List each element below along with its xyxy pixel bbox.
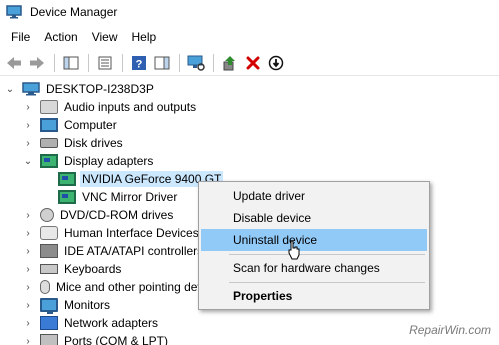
tree-item-label: DVD/CD-ROM drives xyxy=(60,208,174,222)
tree-item-label: IDE ATA/ATAPI controllers xyxy=(64,244,204,258)
tree-item-label: Display adapters xyxy=(64,154,154,168)
ctx-separator xyxy=(229,254,425,255)
toolbar-separator xyxy=(179,53,180,72)
disable-icon[interactable] xyxy=(265,52,287,74)
chevron-right-icon[interactable]: › xyxy=(22,227,34,239)
display-adapter-icon xyxy=(58,172,76,186)
menu-action[interactable]: Action xyxy=(37,27,84,47)
mouse-icon xyxy=(40,280,50,294)
tree-item-hid[interactable]: › Human Interface Devices xyxy=(22,224,201,242)
keyboard-icon xyxy=(40,264,58,274)
ctx-separator xyxy=(229,282,425,283)
chevron-right-icon[interactable]: › xyxy=(22,245,34,257)
speaker-icon xyxy=(40,100,58,114)
tree-item-ports[interactable]: › Ports (COM & LPT) xyxy=(22,332,170,345)
title-bar: Device Manager xyxy=(0,0,499,24)
tree-item-label: Computer xyxy=(64,118,117,132)
port-icon xyxy=(40,334,58,345)
context-menu: Update driver Disable device Uninstall d… xyxy=(198,181,430,310)
tree-item-dvd[interactable]: › DVD/CD-ROM drives xyxy=(22,206,175,224)
tree-item-label: VNC Mirror Driver xyxy=(82,190,178,204)
window-title: Device Manager xyxy=(30,5,118,19)
dvd-drive-icon xyxy=(40,208,54,222)
menu-bar: File Action View Help xyxy=(0,27,163,47)
menu-file[interactable]: File xyxy=(4,27,37,47)
svg-text:?: ? xyxy=(136,58,143,70)
tree-root[interactable]: ⌄ DESKTOP-I238D3P xyxy=(4,80,156,98)
properties-icon[interactable] xyxy=(94,52,116,74)
toolbar-separator xyxy=(122,53,123,72)
tree-item-mice[interactable]: › Mice and other pointing devices xyxy=(22,278,227,296)
help-icon[interactable]: ? xyxy=(128,52,150,74)
network-adapter-icon xyxy=(40,316,58,330)
tree-item-nvidia[interactable]: NVIDIA GeForce 9400 GT xyxy=(40,170,224,188)
action-pane-icon[interactable] xyxy=(151,52,173,74)
chevron-right-icon[interactable]: › xyxy=(22,209,34,221)
chevron-right-icon[interactable]: › xyxy=(22,137,34,149)
hand-pointer-cursor-icon xyxy=(287,240,301,260)
ide-controller-icon xyxy=(40,244,58,258)
tree-item-monitors[interactable]: › Monitors xyxy=(22,296,112,314)
chevron-right-icon[interactable]: › xyxy=(22,263,34,275)
watermark: RepairWin.com xyxy=(409,323,491,337)
tree-item-ide[interactable]: › IDE ATA/ATAPI controllers xyxy=(22,242,205,260)
chevron-right-icon[interactable]: › xyxy=(22,317,34,329)
ctx-disable-device[interactable]: Disable device xyxy=(201,207,427,229)
scan-hardware-icon[interactable] xyxy=(185,52,207,74)
device-manager-app-icon xyxy=(6,5,22,19)
toolbar: ? xyxy=(0,50,499,76)
tree-item-label: Audio inputs and outputs xyxy=(64,100,197,114)
chevron-down-icon[interactable]: ⌄ xyxy=(4,83,16,95)
toolbar-separator xyxy=(213,53,214,72)
console-tree-icon[interactable] xyxy=(60,52,82,74)
tree-item-label: Network adapters xyxy=(64,316,159,330)
tree-item-label: Ports (COM & LPT) xyxy=(64,334,169,345)
uninstall-icon[interactable] xyxy=(242,52,264,74)
computer-icon xyxy=(40,118,58,132)
tree-item-label: Monitors xyxy=(64,298,111,312)
tree-root-label: DESKTOP-I238D3P xyxy=(46,82,154,96)
tree-item-label: Human Interface Devices xyxy=(64,226,199,240)
tree-item-display-adapters[interactable]: ⌄ Display adapters xyxy=(22,152,155,170)
ctx-uninstall-device[interactable]: Uninstall device xyxy=(201,229,427,251)
disk-drive-icon xyxy=(40,138,58,148)
forward-arrow-icon[interactable] xyxy=(26,52,48,74)
tree-item-disk-drives[interactable]: › Disk drives xyxy=(22,134,125,152)
display-adapter-icon xyxy=(40,154,58,168)
chevron-right-icon[interactable]: › xyxy=(22,119,34,131)
menu-view[interactable]: View xyxy=(85,27,125,47)
display-adapter-icon xyxy=(58,190,76,204)
update-driver-icon[interactable] xyxy=(219,52,241,74)
monitor-icon xyxy=(40,298,58,314)
chevron-right-icon[interactable]: › xyxy=(22,299,34,311)
tree-item-vnc[interactable]: VNC Mirror Driver xyxy=(40,188,179,206)
tree-item-label: Disk drives xyxy=(64,136,123,150)
tree-item-network[interactable]: › Network adapters xyxy=(22,314,160,332)
tree-item-computer[interactable]: › Computer xyxy=(22,116,119,134)
tree-item-audio[interactable]: › Audio inputs and outputs xyxy=(22,98,198,116)
chevron-right-icon[interactable]: › xyxy=(22,335,34,345)
chevron-right-icon[interactable]: › xyxy=(22,281,34,293)
toolbar-separator xyxy=(88,53,89,72)
ctx-update-driver[interactable]: Update driver xyxy=(201,185,427,207)
computer-root-icon xyxy=(22,82,40,96)
menu-help[interactable]: Help xyxy=(125,27,164,47)
ctx-scan-hardware[interactable]: Scan for hardware changes xyxy=(201,257,427,279)
ctx-properties[interactable]: Properties xyxy=(201,285,427,307)
tree-item-label: Keyboards xyxy=(64,262,122,276)
toolbar-separator xyxy=(54,53,55,72)
chevron-down-icon[interactable]: ⌄ xyxy=(22,155,34,167)
back-arrow-icon[interactable] xyxy=(3,52,25,74)
tree-item-keyboards[interactable]: › Keyboards xyxy=(22,260,123,278)
hid-icon xyxy=(40,226,58,240)
chevron-right-icon[interactable]: › xyxy=(22,101,34,113)
